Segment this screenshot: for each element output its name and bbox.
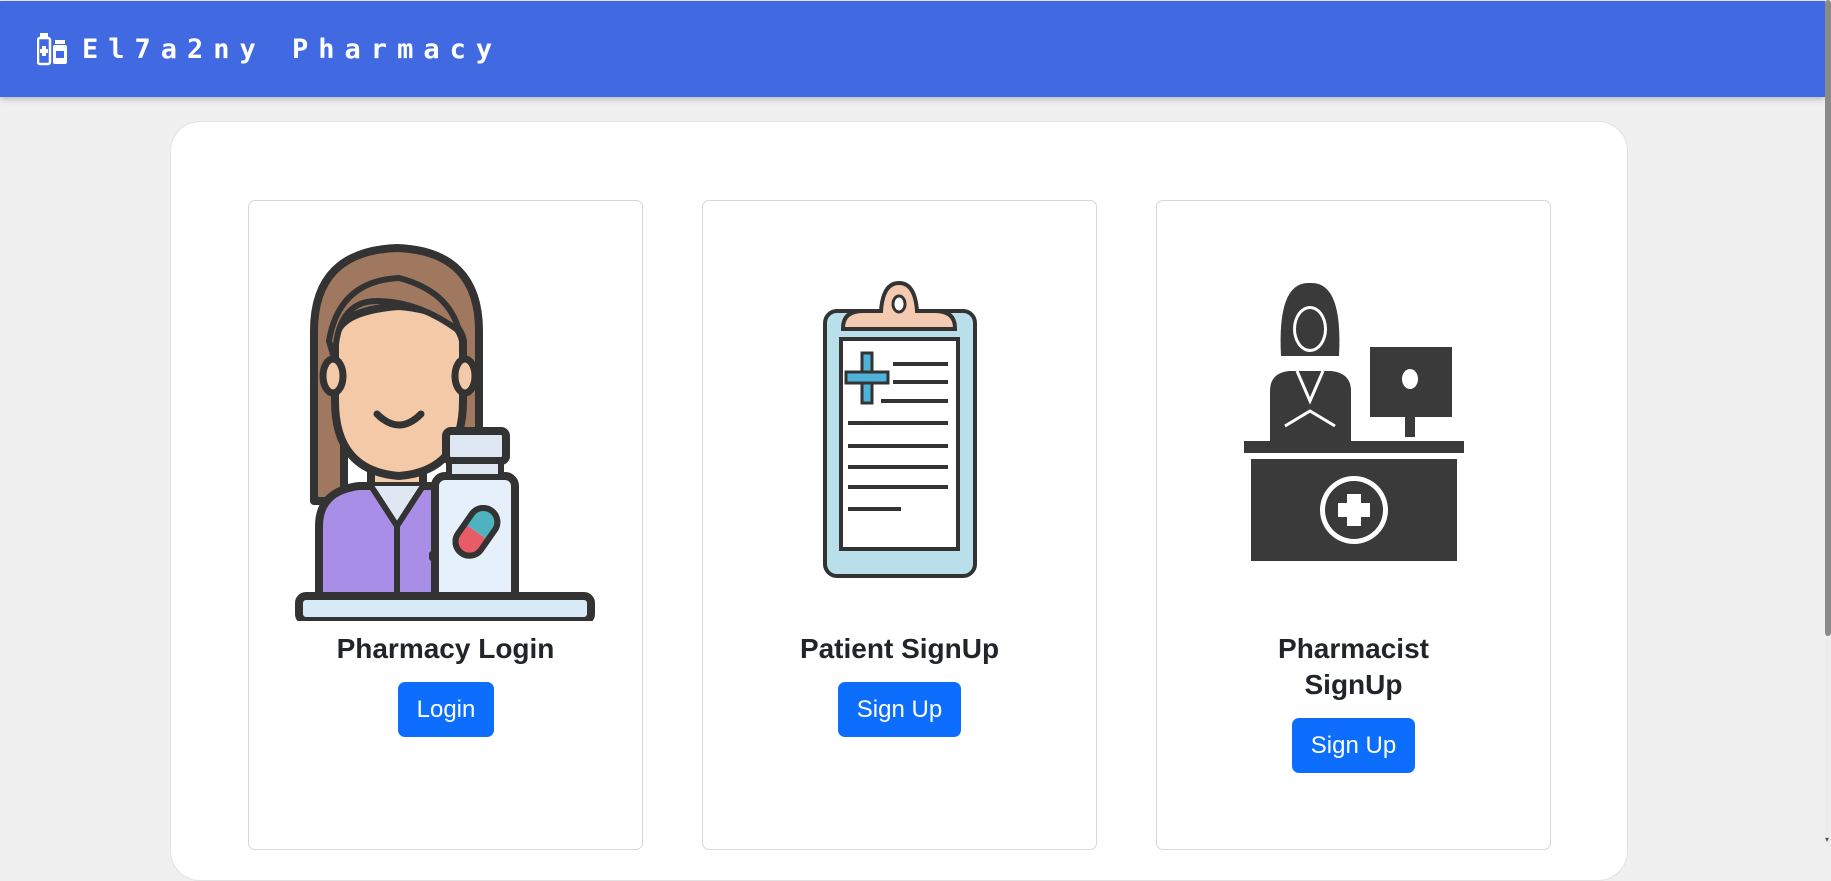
brand-name[interactable]: El7a2ny Pharmacy	[82, 34, 502, 65]
pharmacist-signup-title-line2: SignUp	[1304, 669, 1403, 700]
pharmacist-signup-title-line1: Pharmacist	[1278, 633, 1429, 664]
pharmacy-login-title: Pharmacy Login	[336, 633, 555, 664]
pharmacist-woman-illustration	[295, 244, 595, 621]
patient-signup-card: Patient SignUp Sign Up	[702, 200, 1097, 850]
patient-signup-button[interactable]: Sign Up	[838, 682, 961, 737]
vertical-scrollbar[interactable]: ▾	[1825, 0, 1831, 847]
scrollbar-thumb[interactable]	[1825, 0, 1831, 636]
pharmacist-desk-illustration	[1244, 282, 1464, 561]
pharmacy-bottles-icon	[37, 32, 68, 66]
pharmacist-signup-button[interactable]: Sign Up	[1292, 718, 1415, 773]
top-navbar: El7a2ny Pharmacy	[0, 1, 1825, 97]
scroll-down-arrow-icon[interactable]: ▾	[1825, 836, 1831, 844]
login-button[interactable]: Login	[398, 682, 494, 737]
patient-signup-title: Patient SignUp	[799, 633, 1000, 664]
medical-clipboard-illustration	[823, 280, 977, 578]
pharmacist-signup-card: Pharmacist SignUp Sign Up	[1156, 200, 1551, 850]
pharmacy-login-card: Pharmacy Login Login	[248, 200, 643, 850]
